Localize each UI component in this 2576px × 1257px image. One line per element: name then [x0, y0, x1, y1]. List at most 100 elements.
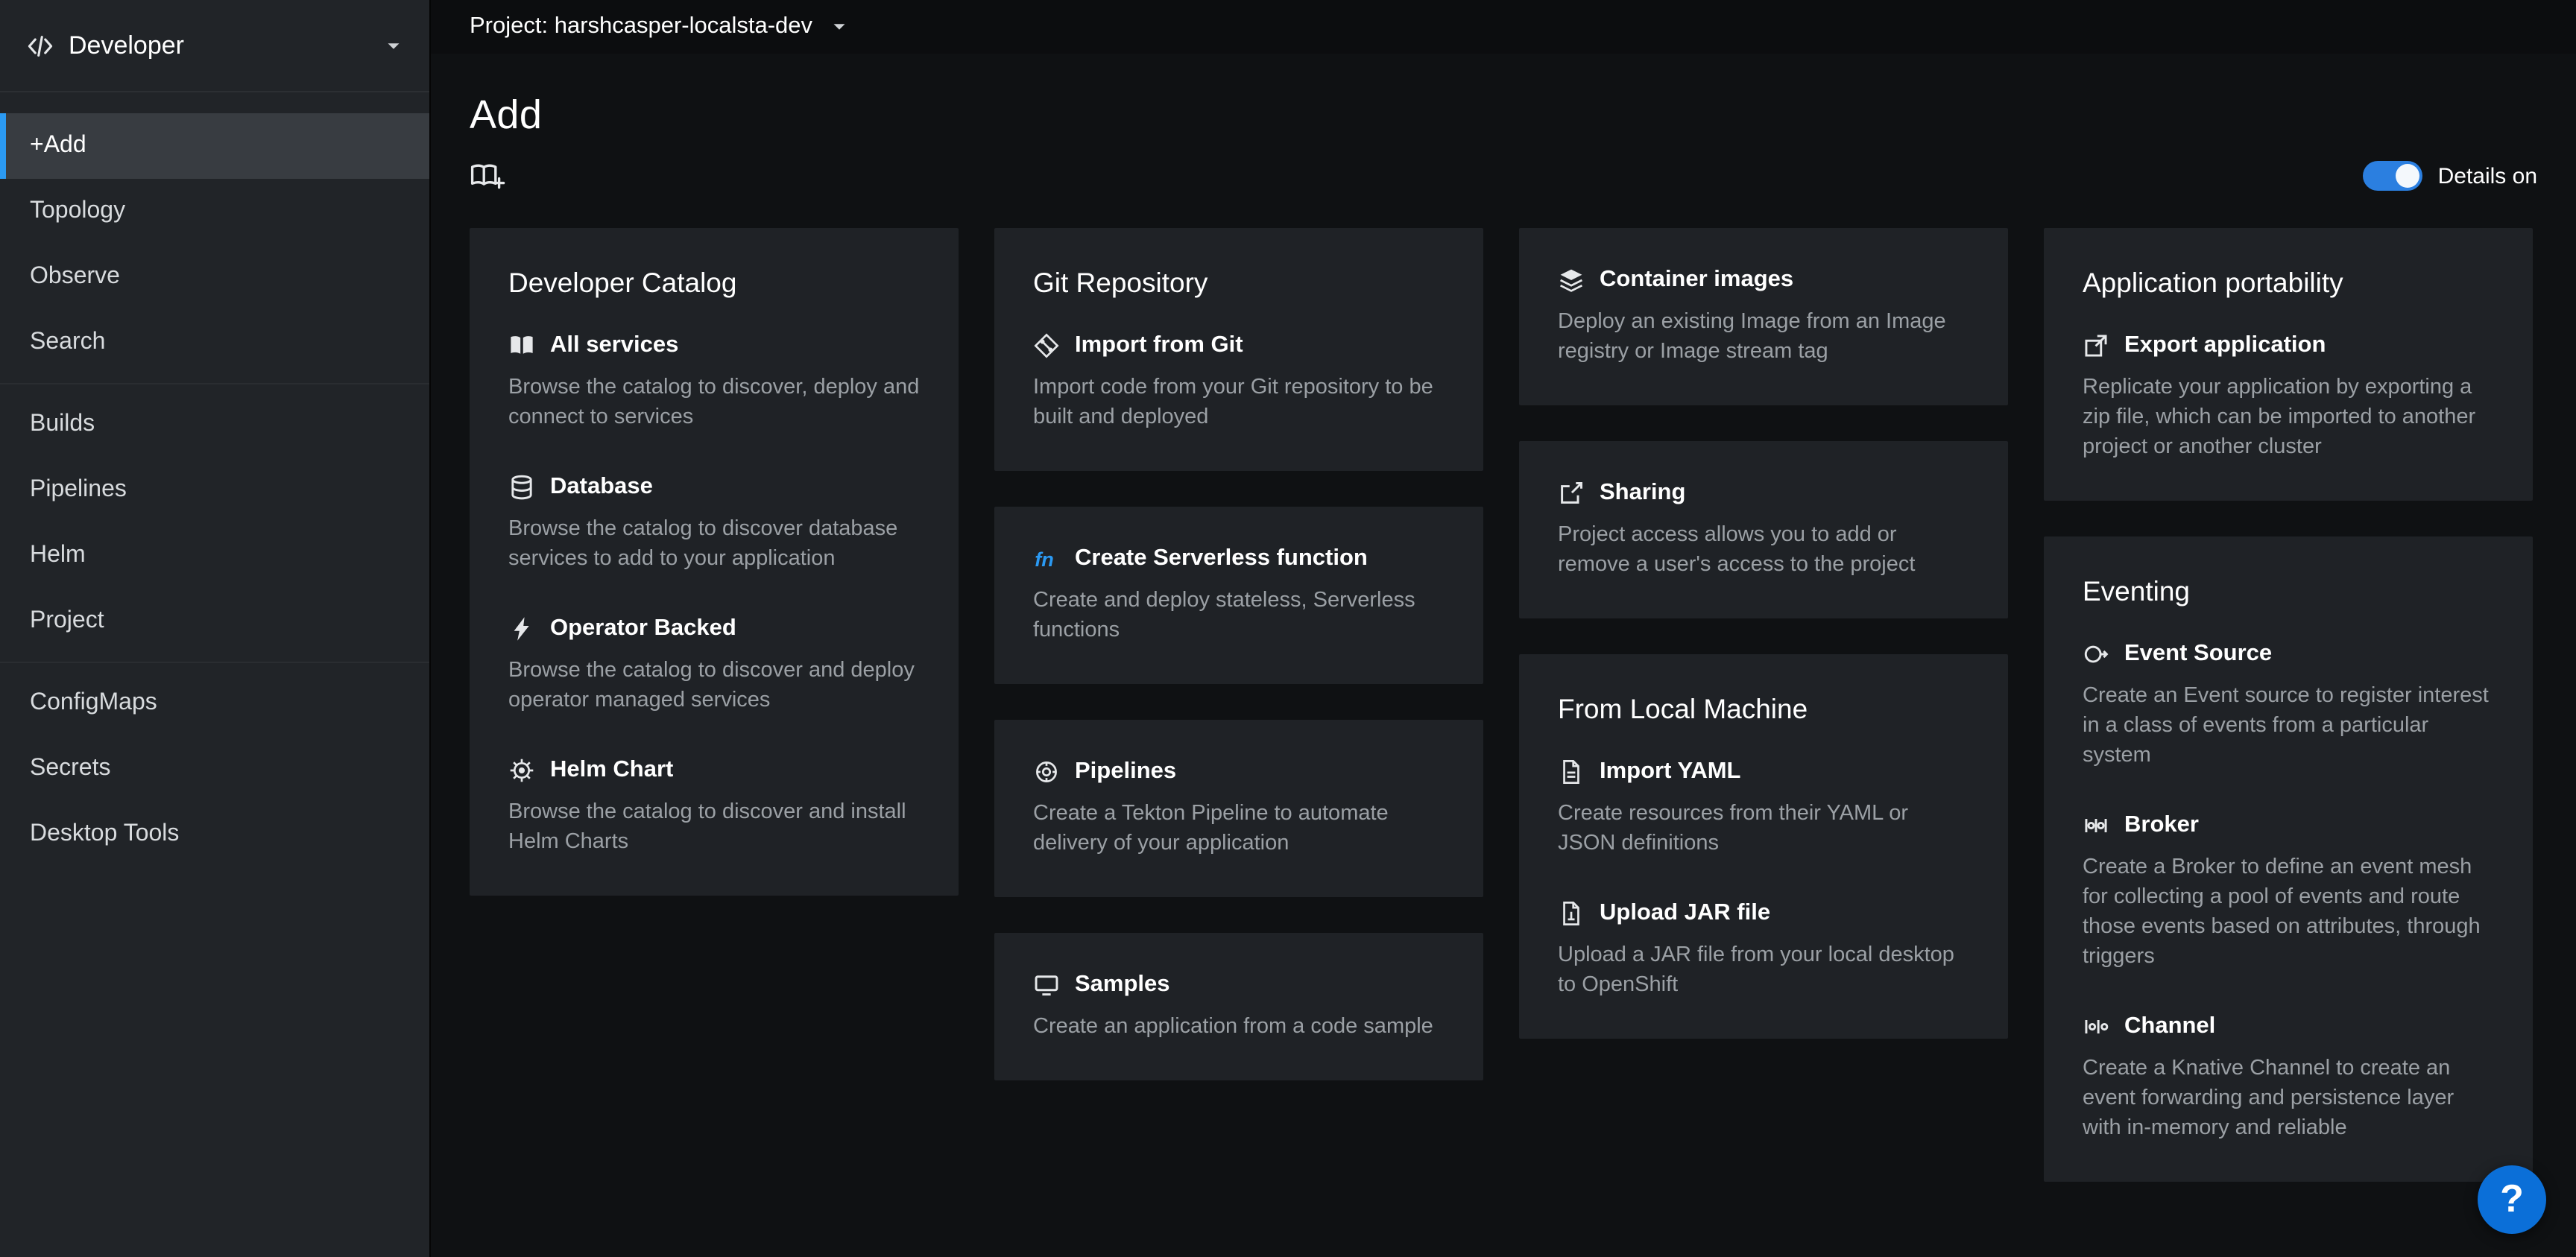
add-item-title: Upload JAR file	[1600, 900, 1770, 927]
add-card: From Local Machine Import YAMLCreate reso…	[1519, 654, 2008, 1039]
add-item-title: Import from Git	[1075, 332, 1243, 359]
add-page-content: Developer CatalogAll servicesBrowse the …	[431, 192, 2576, 1218]
add-item-title: Samples	[1075, 972, 1170, 998]
add-item[interactable]: Container images Deploy an existing Image…	[1558, 267, 1969, 367]
pipelines-icon	[1033, 759, 1060, 785]
svg-text:fn: fn	[1035, 548, 1053, 571]
add-card: Pipelines Create a Tekton Pipeline to aut…	[994, 720, 1483, 897]
add-item-title: All services	[550, 332, 678, 359]
sidebar-nav: +AddTopologyObserveSearchBuildsPipelines…	[0, 92, 429, 888]
question-mark-icon: ?	[2500, 1176, 2524, 1222]
layers-icon	[1558, 267, 1585, 294]
add-card: EventingEvent SourceCreate an Event sour…	[2044, 536, 2533, 1182]
add-card: SharingProject access allows you to add …	[1519, 441, 2008, 618]
add-item-desc: Project access allows you to add or remo…	[1558, 520, 1969, 580]
perspective-switcher[interactable]: Developer	[0, 0, 429, 92]
sidebar-item-topology[interactable]: Topology	[0, 179, 429, 244]
sidebar-item-desktop-tools[interactable]: Desktop Tools	[0, 802, 429, 867]
console-app: Developer +AddTopologyObserveSearchBuild…	[0, 0, 2576, 1257]
add-item[interactable]: Channel Create a Knative Channel to creat…	[2083, 1013, 2494, 1143]
add-item[interactable]: All services Browse the catalog to discov…	[508, 332, 920, 432]
add-item-title: Pipelines	[1075, 759, 1176, 785]
chevron-down-icon	[830, 18, 848, 36]
add-card: Container images Deploy an existing Image…	[1519, 228, 2008, 405]
sidebar-item-add[interactable]: +Add	[0, 113, 429, 179]
add-item-title: Broker	[2124, 812, 2199, 839]
add-item[interactable]: Import from Git Import code from your Git…	[1033, 332, 1445, 432]
project-selector[interactable]: Project: harshcasper-localsta-dev	[470, 13, 848, 40]
add-item[interactable]: DatabaseBrowse the catalog to discover d…	[508, 474, 920, 574]
add-item-desc: Create a Knative Channel to create an ev…	[2083, 1054, 2494, 1143]
card-title: Git Repository	[1033, 267, 1445, 300]
add-item[interactable]: BrokerCreate a Broker to define an event…	[2083, 812, 2494, 972]
add-item[interactable]: Upload JAR fileUpload a JAR file from yo…	[1558, 900, 1969, 1000]
page-header: Add Details on	[431, 54, 2576, 192]
add-item-desc: Create resources from their YAML or JSON…	[1558, 799, 1969, 858]
sidebar-item-secrets[interactable]: Secrets	[0, 736, 429, 802]
add-item-title: Helm Chart	[550, 757, 673, 784]
card-title: From Local Machine	[1558, 693, 1969, 726]
page-title: Add	[470, 92, 2537, 139]
add-card: Developer CatalogAll servicesBrowse the …	[470, 228, 959, 896]
add-item-desc: Browse the catalog to discover and insta…	[508, 797, 920, 857]
add-item[interactable]: Pipelines Create a Tekton Pipeline to aut…	[1033, 759, 1445, 858]
add-item-desc: Deploy an existing Image from an Image r…	[1558, 307, 1969, 367]
add-item-desc: Create an application from a code sample	[1033, 1012, 1445, 1042]
card-column: Git Repository Import from Git Import code…	[994, 228, 1483, 1080]
nav-group: BuildsPipelinesHelmProject	[0, 383, 429, 654]
sidebar-item-pipelines[interactable]: Pipelines	[0, 457, 429, 523]
add-card: Application portabilityExport applicatio…	[2044, 228, 2533, 501]
sidebar-item-helm[interactable]: Helm	[0, 523, 429, 589]
card-column: Application portabilityExport applicatio…	[2044, 228, 2533, 1182]
quick-starts-icon[interactable]	[470, 159, 505, 192]
project-selector-label: Project: harshcasper-localsta-dev	[470, 13, 812, 40]
git-icon	[1033, 332, 1060, 359]
code-icon	[27, 32, 54, 59]
add-item[interactable]: Helm Chart Browse the catalog to discover…	[508, 757, 920, 857]
toggle-knob	[2396, 164, 2420, 188]
sidebar-item-search[interactable]: Search	[0, 310, 429, 376]
add-item-title: Container images	[1600, 267, 1793, 294]
details-toggle[interactable]	[2364, 161, 2423, 191]
sidebar-item-observe[interactable]: Observe	[0, 244, 429, 310]
help-button[interactable]: ?	[2478, 1165, 2546, 1233]
add-item-desc: Create an Event source to register inter…	[2083, 681, 2494, 770]
sidebar: Developer +AddTopologyObserveSearchBuild…	[0, 0, 431, 1257]
details-toggle-label: Details on	[2438, 163, 2537, 189]
perspective-name: Developer	[69, 31, 370, 60]
bolt-icon	[508, 615, 535, 642]
event-source-icon	[2083, 641, 2109, 668]
export-icon	[2083, 332, 2109, 359]
add-item-title: Operator Backed	[550, 615, 736, 642]
add-item[interactable]: Event Source Create an Event source to re…	[2083, 641, 2494, 770]
add-item-desc: Create and deploy stateless, Serverless …	[1033, 586, 1445, 645]
card-column: Developer CatalogAll servicesBrowse the …	[470, 228, 959, 896]
add-item-title: Event Source	[2124, 641, 2272, 668]
helm-icon	[508, 757, 535, 784]
yaml-file-icon	[1558, 759, 1585, 785]
add-item[interactable]: fnCreate Serverless functionCreate and d…	[1033, 545, 1445, 645]
add-item-desc: Replicate your application by exporting …	[2083, 373, 2494, 462]
book-icon	[508, 332, 535, 359]
add-item-desc: Browse the catalog to discover, deploy a…	[508, 373, 920, 432]
add-item[interactable]: Samples Create an application from a code…	[1033, 972, 1445, 1042]
main-area: Project: harshcasper-localsta-dev Add	[431, 0, 2576, 1257]
details-toggle-wrap: Details on	[2364, 161, 2537, 191]
share-icon	[1558, 480, 1585, 507]
nav-group: +AddTopologyObserveSearch	[0, 113, 429, 376]
add-item-desc: Create a Tekton Pipeline to automate del…	[1033, 799, 1445, 858]
sidebar-item-project[interactable]: Project	[0, 589, 429, 654]
broker-icon	[2083, 812, 2109, 839]
database-icon	[508, 474, 535, 501]
add-item[interactable]: Import YAMLCreate resources from their Y…	[1558, 759, 1969, 858]
add-item-desc: Import code from your Git repository to …	[1033, 373, 1445, 432]
add-item[interactable]: Export applicationReplicate your applica…	[2083, 332, 2494, 462]
add-item[interactable]: SharingProject access allows you to add …	[1558, 480, 1969, 580]
add-item-title: Channel	[2124, 1013, 2215, 1040]
add-item[interactable]: Operator BackedBrowse the catalog to dis…	[508, 615, 920, 715]
sidebar-item-configmaps[interactable]: ConfigMaps	[0, 671, 429, 736]
add-card: fnCreate Serverless functionCreate and d…	[994, 507, 1483, 684]
nav-group: ConfigMapsSecretsDesktop Tools	[0, 662, 429, 867]
masthead: Project: harshcasper-localsta-dev	[431, 0, 2576, 54]
sidebar-item-builds[interactable]: Builds	[0, 392, 429, 457]
